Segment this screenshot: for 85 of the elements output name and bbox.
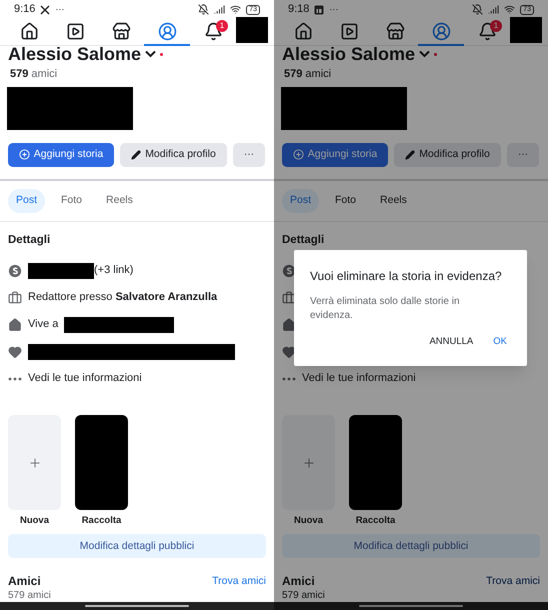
plus-circle-icon	[292, 149, 304, 160]
more-icon	[282, 376, 296, 381]
detail-text: Vedi le tue informazioni	[28, 371, 142, 386]
add-story-button[interactable]: Aggiungi storia	[282, 142, 388, 167]
link-icon	[8, 264, 22, 278]
notification-badge: 1	[216, 20, 228, 32]
detail-text: (+3 link)	[94, 263, 134, 278]
status-time: 9:16	[14, 2, 36, 18]
redaction	[236, 17, 268, 44]
plus-circle-icon	[18, 149, 30, 160]
briefcase-icon	[282, 290, 296, 305]
profile-icon	[432, 22, 450, 42]
profile-tab[interactable]: Foto	[327, 188, 364, 213]
home-indicator[interactable]	[85, 605, 189, 608]
edit-public-details-button[interactable]: Modifica dettagli pubblici	[8, 534, 266, 558]
status-time: 9:18	[288, 2, 310, 18]
profile-icon	[158, 22, 176, 42]
profile-tab[interactable]: Foto	[53, 188, 90, 213]
highlight-label: Raccolta	[356, 514, 396, 528]
bell-icon	[478, 22, 496, 42]
mute-icon	[198, 4, 210, 16]
profile-tab[interactable]: Reels	[98, 188, 141, 213]
find-friends-link[interactable]: Trova amici	[486, 574, 540, 590]
plus-icon	[302, 456, 316, 470]
signal-icon	[488, 4, 500, 16]
home-icon	[20, 22, 38, 42]
highlight-label: Raccolta	[82, 514, 122, 528]
store-icon	[386, 22, 404, 42]
chevron-down-icon	[419, 50, 430, 58]
pencil-icon	[405, 150, 416, 160]
detail-text: Vedi le tue informazioni	[302, 371, 416, 386]
profile-tab[interactable]: Reels	[372, 188, 415, 213]
house-icon	[8, 318, 22, 332]
app-icon	[314, 4, 324, 15]
redaction	[28, 262, 94, 279]
more-icon	[8, 376, 22, 381]
highlight-label: Nuova	[294, 514, 324, 528]
friends-count: 579 amici	[284, 67, 332, 82]
plus-icon	[28, 456, 42, 470]
mute-icon	[472, 4, 484, 16]
heart-icon	[282, 344, 296, 359]
profile-name: Alessio Salome	[282, 44, 416, 64]
edit-profile-button[interactable]: Modifica profilo	[120, 142, 227, 167]
friends-title: Amici	[282, 573, 315, 590]
video-icon	[66, 22, 84, 42]
heart-icon	[8, 344, 22, 359]
ok-button[interactable]: OK	[493, 335, 507, 350]
house-icon	[282, 318, 296, 332]
friends-title: Amici	[8, 573, 41, 590]
edit-public-details-button[interactable]: Modifica dettagli pubblici	[282, 534, 540, 558]
profile-name: Alessio Salome	[8, 44, 142, 64]
find-friends-link[interactable]: Trova amici	[212, 574, 266, 590]
friends-count: 579 amici	[8, 590, 52, 602]
x-app-icon	[40, 4, 50, 15]
signal-icon	[214, 4, 226, 16]
status-overflow: ···	[329, 2, 338, 16]
cancel-button[interactable]: ANNULLA	[429, 335, 474, 350]
briefcase-icon	[8, 290, 22, 305]
nav-tab[interactable]: 1	[464, 19, 510, 46]
status-overflow: ···	[55, 2, 64, 16]
detail-text: Vive a	[28, 317, 58, 332]
more-button[interactable]: ···	[507, 142, 539, 167]
edit-profile-button[interactable]: Modifica profilo	[394, 142, 501, 167]
profile-tab[interactable]: Post	[8, 188, 46, 213]
profile-tab[interactable]: Post	[282, 188, 320, 213]
more-button[interactable]: ···	[233, 142, 265, 167]
friends-count: 579 amici	[10, 67, 58, 82]
video-icon	[340, 22, 358, 42]
bell-icon	[204, 22, 222, 42]
dialog-message: Verrà eliminata solo dalle storie in evidenza.	[310, 295, 461, 323]
notification-badge: 1	[490, 20, 502, 32]
detail-text: Redattore presso Salvatore Aranzulla	[28, 290, 218, 306]
chevron-down-icon	[145, 50, 156, 58]
dialog-title: Vuoi eliminare la storia in evidenza?	[310, 268, 503, 285]
section-title: Dettagli	[8, 232, 52, 248]
section-title: Dettagli	[282, 232, 326, 248]
store-icon	[112, 22, 130, 42]
home-icon	[294, 22, 312, 42]
nav-tab[interactable]: 1	[190, 19, 236, 46]
pencil-icon	[131, 150, 142, 160]
friends-count: 579 amici	[282, 590, 326, 602]
redaction	[510, 17, 542, 44]
highlight-label: Nuova	[20, 514, 50, 528]
add-story-button[interactable]: Aggiungi storia	[8, 142, 114, 167]
home-indicator[interactable]	[359, 605, 463, 608]
